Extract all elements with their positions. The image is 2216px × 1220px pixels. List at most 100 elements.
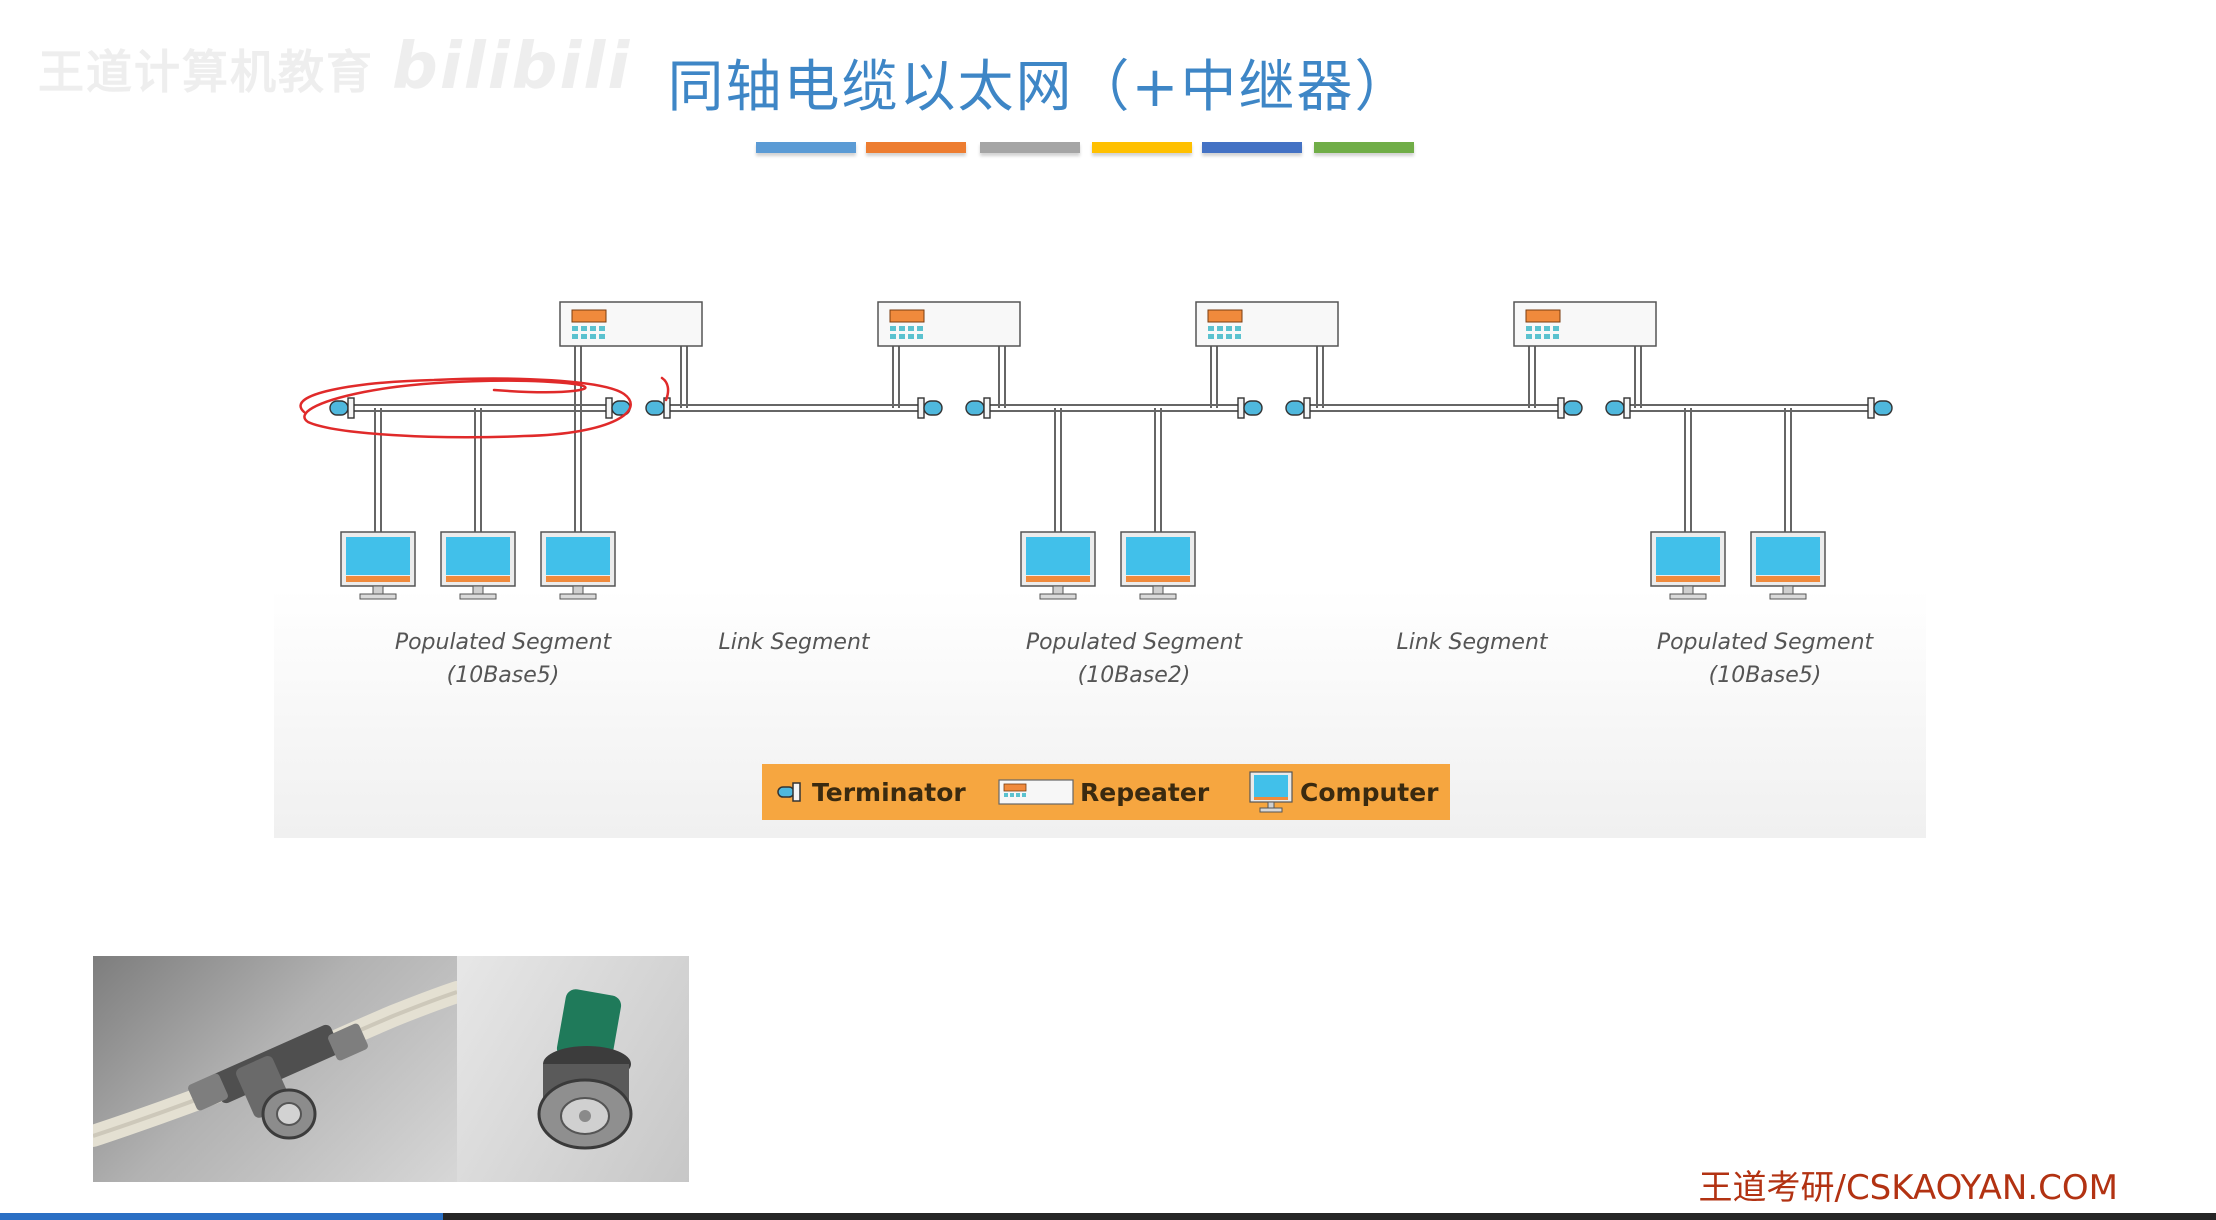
repeater-4-btn-bottom-3 bbox=[1544, 334, 1550, 339]
computer-6-foot bbox=[1669, 593, 1707, 600]
divider-bar-4 bbox=[1092, 142, 1192, 153]
footer-brand: 王道考研/CSKAOYAN.COM bbox=[1698, 1168, 2118, 1208]
segment-1-name: Populated Segment bbox=[394, 630, 612, 655]
repeater-1-btn-top-4 bbox=[599, 326, 605, 331]
divider-bar-5 bbox=[1202, 142, 1302, 153]
computer-2-screen bbox=[446, 537, 510, 575]
segment-5-spec: (10Base5) bbox=[1708, 663, 1822, 688]
slide-progress-fill bbox=[0, 1213, 444, 1220]
repeater-2-display bbox=[889, 309, 925, 323]
divider-bar-3 bbox=[980, 142, 1080, 153]
legend: Terminator Repeater Computer bbox=[762, 764, 1450, 820]
bnc-terminator-photo bbox=[457, 956, 689, 1182]
computer-4-foot bbox=[1039, 593, 1077, 600]
segment-label-2: Link Segment bbox=[644, 626, 944, 659]
computer-icon bbox=[1249, 771, 1293, 813]
computer-1-foot bbox=[359, 593, 397, 600]
segment-4-name: Link Segment bbox=[1396, 630, 1548, 655]
repeater-2-btn-bottom-2 bbox=[899, 334, 905, 339]
repeater-2-btn-bottom-3 bbox=[908, 334, 914, 339]
segment-label-1: Populated Segment (10Base5) bbox=[353, 626, 653, 692]
bnc-t-connector-photo bbox=[93, 956, 457, 1182]
repeater-3-btn-bottom-1 bbox=[1208, 334, 1214, 339]
legend-terminator: Terminator bbox=[776, 764, 966, 820]
segment-3-name: Populated Segment bbox=[1025, 630, 1243, 655]
terminator-7-cap bbox=[1285, 400, 1305, 416]
repeater-1-btn-top-3 bbox=[590, 326, 596, 331]
repeater-3-box bbox=[1195, 301, 1339, 347]
legend-repeater-label: Repeater bbox=[1080, 777, 1210, 807]
computer-4-base-strip bbox=[1026, 576, 1090, 582]
slide-progress-bar bbox=[0, 1213, 2216, 1220]
repeater-3-btn-bottom-2 bbox=[1217, 334, 1223, 339]
segment-3-spec: (10Base2) bbox=[1077, 663, 1191, 688]
terminator-6-cap bbox=[1243, 400, 1263, 416]
repeater-4-btn-top-1 bbox=[1526, 326, 1532, 331]
repeater-2-btn-top-1 bbox=[890, 326, 896, 331]
segment-label-4: Link Segment bbox=[1322, 626, 1622, 659]
repeater-1-btn-top-1 bbox=[572, 326, 578, 331]
computer-7-neck bbox=[1782, 585, 1794, 595]
repeater-2-btn-top-3 bbox=[908, 326, 914, 331]
computer-3-screen bbox=[546, 537, 610, 575]
computer-3-neck bbox=[572, 585, 584, 595]
legend-computer: Computer bbox=[1248, 764, 1439, 820]
computer-7-base-strip bbox=[1756, 576, 1820, 582]
repeater-2-btn-bottom-1 bbox=[890, 334, 896, 339]
computer-7-screen bbox=[1756, 537, 1820, 575]
annotation-tick bbox=[660, 376, 670, 402]
repeater-3-btn-top-2 bbox=[1217, 326, 1223, 331]
repeater-icon bbox=[998, 779, 1074, 805]
computer-4-neck bbox=[1052, 585, 1064, 595]
repeater-4-btn-top-2 bbox=[1535, 326, 1541, 331]
divider-bar-2 bbox=[866, 142, 966, 153]
network-topology bbox=[299, 301, 1893, 600]
repeater-1-btn-top-2 bbox=[581, 326, 587, 331]
divider-bar-6 bbox=[1314, 142, 1414, 153]
repeater-4-btn-top-3 bbox=[1544, 326, 1550, 331]
terminator-1-cap bbox=[329, 400, 349, 416]
computer-6-screen bbox=[1656, 537, 1720, 575]
computer-1-screen bbox=[346, 537, 410, 575]
repeater-4-btn-bottom-2 bbox=[1535, 334, 1541, 339]
segment-label-5: Populated Segment (10Base5) bbox=[1615, 626, 1915, 692]
terminator-6-body bbox=[1237, 397, 1245, 419]
repeater-2-btn-bottom-4 bbox=[917, 334, 923, 339]
repeater-3-btn-bottom-4 bbox=[1235, 334, 1241, 339]
computer-1-base-strip bbox=[346, 576, 410, 582]
bnc-terminator-image bbox=[537, 989, 633, 1150]
terminator-7-body bbox=[1303, 397, 1311, 419]
repeater-3-btn-top-4 bbox=[1235, 326, 1241, 331]
computer-5-foot bbox=[1139, 593, 1177, 600]
repeater-1-btn-bottom-3 bbox=[590, 334, 596, 339]
computer-1-neck bbox=[372, 585, 384, 595]
terminator-icon bbox=[777, 782, 801, 802]
segment-2-name: Link Segment bbox=[718, 630, 870, 655]
repeater-2-btn-top-4 bbox=[917, 326, 923, 331]
terminator-8-cap bbox=[1563, 400, 1583, 416]
computer-6-base-strip bbox=[1656, 576, 1720, 582]
terminator-3-cap bbox=[645, 400, 665, 416]
repeater-4-box bbox=[1513, 301, 1657, 347]
segment-5-name: Populated Segment bbox=[1656, 630, 1874, 655]
title-divider bbox=[756, 142, 1416, 154]
segment-1-spec: (10Base5) bbox=[446, 663, 560, 688]
repeater-4-btn-top-4 bbox=[1553, 326, 1559, 331]
repeater-4-btn-bottom-4 bbox=[1553, 334, 1559, 339]
terminator-9-cap bbox=[1605, 400, 1625, 416]
computer-6-neck bbox=[1682, 585, 1694, 595]
segment-label-3: Populated Segment (10Base2) bbox=[984, 626, 1284, 692]
legend-computer-label: Computer bbox=[1300, 777, 1439, 807]
slide-title: 同轴电缆以太网（+中继器） bbox=[667, 55, 1413, 120]
divider-bar-1 bbox=[756, 142, 856, 153]
computer-3-foot bbox=[559, 593, 597, 600]
terminator-8-body bbox=[1557, 397, 1565, 419]
computer-5-screen bbox=[1126, 537, 1190, 575]
repeater-1-btn-bottom-4 bbox=[599, 334, 605, 339]
repeater-4-btn-bottom-1 bbox=[1526, 334, 1532, 339]
repeater-3-btn-bottom-3 bbox=[1226, 334, 1232, 339]
computer-4-screen bbox=[1026, 537, 1090, 575]
terminator-3-body bbox=[663, 397, 671, 419]
repeater-3-display bbox=[1207, 309, 1243, 323]
legend-terminator-label: Terminator bbox=[812, 777, 966, 807]
